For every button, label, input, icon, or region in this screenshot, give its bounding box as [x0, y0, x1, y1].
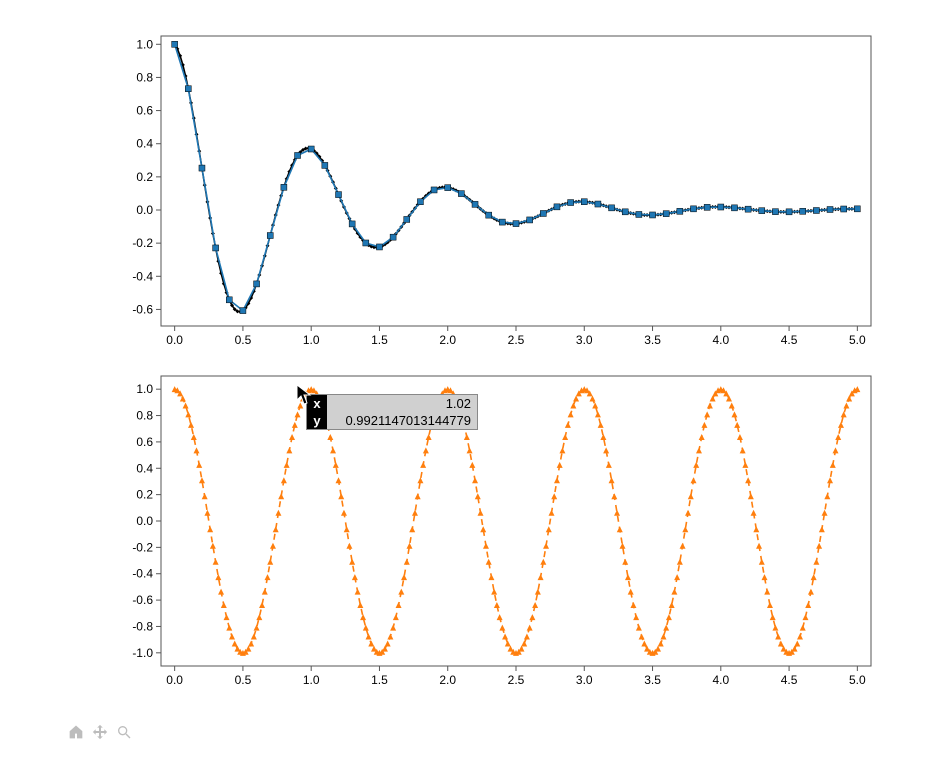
svg-text:0.0: 0.0 — [136, 203, 153, 217]
plot-toolbar — [68, 724, 132, 740]
svg-text:0.5: 0.5 — [235, 673, 252, 687]
svg-text:1.0: 1.0 — [136, 382, 153, 396]
svg-text:0.5: 0.5 — [235, 333, 252, 347]
svg-text:0.0: 0.0 — [136, 514, 153, 528]
magnify-icon — [116, 724, 132, 740]
home-button[interactable] — [68, 724, 84, 740]
svg-text:0.6: 0.6 — [136, 435, 153, 449]
tooltip-x-value: 1.02 — [327, 395, 477, 412]
svg-text:-0.8: -0.8 — [132, 619, 153, 633]
damped-cosine-chart[interactable]: 0.00.51.01.52.02.53.03.54.04.55.0-0.6-0.… — [160, 35, 872, 327]
svg-text:1.0: 1.0 — [136, 37, 153, 51]
svg-text:0.2: 0.2 — [136, 170, 153, 184]
svg-text:0.6: 0.6 — [136, 104, 153, 118]
svg-text:5.0: 5.0 — [849, 333, 866, 347]
svg-text:4.0: 4.0 — [712, 333, 729, 347]
svg-text:4.0: 4.0 — [712, 673, 729, 687]
svg-text:0.2: 0.2 — [136, 488, 153, 502]
home-icon — [68, 724, 84, 740]
svg-text:0.0: 0.0 — [166, 673, 183, 687]
pan-button[interactable] — [92, 724, 108, 740]
svg-text:1.5: 1.5 — [371, 673, 388, 687]
hover-tooltip: x 1.02 y 0.9921147013144779 — [306, 394, 478, 430]
svg-text:0.4: 0.4 — [136, 461, 153, 475]
svg-text:3.0: 3.0 — [576, 673, 593, 687]
svg-text:-0.6: -0.6 — [132, 302, 153, 316]
svg-text:2.5: 2.5 — [508, 333, 525, 347]
cursor-icon — [296, 384, 314, 406]
svg-text:-0.6: -0.6 — [132, 593, 153, 607]
svg-text:4.5: 4.5 — [781, 673, 798, 687]
svg-text:-0.4: -0.4 — [132, 567, 153, 581]
svg-text:4.5: 4.5 — [781, 333, 798, 347]
svg-text:-1.0: -1.0 — [132, 646, 153, 660]
svg-text:0.8: 0.8 — [136, 70, 153, 84]
svg-text:1.5: 1.5 — [371, 333, 388, 347]
svg-text:-0.2: -0.2 — [132, 540, 153, 554]
svg-text:2.0: 2.0 — [439, 673, 456, 687]
svg-text:-0.4: -0.4 — [132, 269, 153, 283]
svg-text:5.0: 5.0 — [849, 673, 866, 687]
svg-text:-0.2: -0.2 — [132, 236, 153, 250]
cosine-chart[interactable]: 0.00.51.01.52.02.53.03.54.04.55.0-1.0-0.… — [160, 375, 872, 667]
svg-text:0.8: 0.8 — [136, 409, 153, 423]
svg-text:0.0: 0.0 — [166, 333, 183, 347]
svg-text:2.5: 2.5 — [508, 673, 525, 687]
svg-text:1.0: 1.0 — [303, 333, 320, 347]
svg-text:2.0: 2.0 — [439, 333, 456, 347]
tooltip-y-label: y — [307, 412, 327, 429]
svg-text:3.0: 3.0 — [576, 333, 593, 347]
svg-text:0.4: 0.4 — [136, 137, 153, 151]
svg-text:3.5: 3.5 — [644, 673, 661, 687]
move-icon — [92, 724, 108, 740]
zoom-button[interactable] — [116, 724, 132, 740]
tooltip-y-value: 0.9921147013144779 — [327, 412, 477, 429]
svg-text:3.5: 3.5 — [644, 333, 661, 347]
svg-text:1.0: 1.0 — [303, 673, 320, 687]
